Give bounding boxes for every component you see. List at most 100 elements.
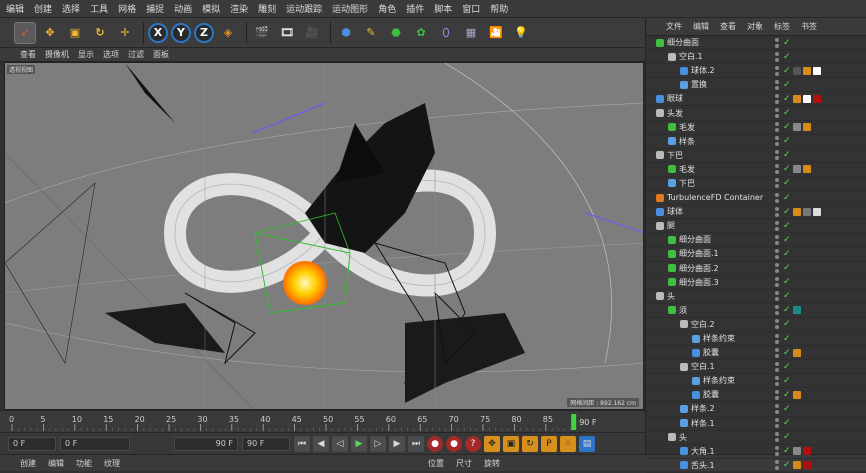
object-row[interactable]: 空白.2 ✓ (646, 318, 866, 332)
menu-item-7[interactable]: 模拟 (202, 2, 220, 15)
menu-item-8[interactable]: 渲染 (230, 2, 248, 15)
play-icon[interactable]: ▶ (351, 435, 367, 452)
viewport[interactable]: 透视视图 网格间距 : 892.162 cm (4, 62, 644, 410)
object-row[interactable]: 胶囊 ✓ (646, 346, 866, 361)
object-flags[interactable]: ✓ (774, 459, 811, 471)
end-frame-field[interactable]: 90 F (242, 436, 290, 451)
enabled-check-icon[interactable]: ✓ (783, 418, 791, 428)
enabled-check-icon[interactable]: ✓ (783, 52, 791, 62)
render-view-icon[interactable]: 🎬 (251, 22, 273, 44)
enabled-check-icon[interactable]: ✓ (783, 263, 791, 273)
tag-icon[interactable] (792, 207, 801, 216)
object-flags[interactable]: ✓ (774, 361, 791, 373)
menu-item-6[interactable]: 动画 (174, 2, 192, 15)
menu-item-1[interactable]: 创建 (34, 2, 52, 15)
object-flags[interactable]: ✓ (774, 121, 811, 133)
enabled-check-icon[interactable]: ✓ (783, 348, 791, 358)
enabled-check-icon[interactable]: ✓ (783, 277, 791, 287)
move-tool-icon[interactable]: ✥ (39, 22, 61, 44)
tag-icon[interactable] (812, 94, 821, 103)
viewport-menu-item-2[interactable]: 显示 (78, 49, 94, 60)
menu-item-14[interactable]: 脚本 (434, 2, 452, 15)
panel-menu-item-3[interactable]: 对象 (747, 21, 763, 32)
deformer-icon[interactable]: ⬯ (435, 22, 457, 44)
object-flags[interactable]: ✓ (774, 163, 811, 175)
cloner-icon[interactable]: ✿ (410, 22, 432, 44)
record-icon[interactable]: ● (427, 435, 443, 452)
enabled-check-icon[interactable]: ✓ (783, 319, 791, 329)
enabled-check-icon[interactable]: ✓ (783, 136, 791, 146)
go-to-end-icon[interactable]: ⏭ (408, 435, 424, 452)
object-row[interactable]: 样条约束 ✓ (646, 374, 866, 389)
tag-icon[interactable] (802, 94, 811, 103)
tag-icon[interactable] (802, 66, 811, 75)
object-row[interactable]: 毛发 ✓ (646, 121, 866, 135)
enabled-check-icon[interactable]: ✓ (783, 235, 791, 245)
object-flags[interactable]: ✓ (774, 234, 791, 246)
tag-icon[interactable] (802, 123, 811, 132)
attribute-tab-0[interactable]: 位置 (428, 458, 444, 469)
enabled-check-icon[interactable]: ✓ (783, 334, 791, 344)
rotate-tool-icon[interactable]: ↻ (89, 22, 111, 44)
attribute-tab-1[interactable]: 尺寸 (456, 458, 472, 469)
timeline[interactable]: 0 5 10 15 20 25 30 35 40 45 50 55 60 65 70 75 80 85 90 F (0, 410, 645, 432)
object-row[interactable]: 头 ✓ (646, 431, 866, 445)
menu-item-13[interactable]: 插件 (406, 2, 424, 15)
tag-icon[interactable] (792, 94, 801, 103)
attribute-tab-2[interactable]: 旋转 (484, 458, 500, 469)
render-settings-icon[interactable]: 🎥 (301, 22, 323, 44)
enabled-check-icon[interactable]: ✓ (783, 178, 791, 188)
object-flags[interactable]: ✓ (774, 206, 821, 218)
object-flags[interactable]: ✓ (774, 262, 791, 274)
object-row[interactable]: 大角.1 ✓ (646, 445, 866, 459)
x-axis-button[interactable]: X (148, 22, 168, 43)
point-level-icon[interactable]: ⁘ (560, 435, 576, 452)
object-flags[interactable]: ✓ (774, 135, 791, 147)
render-picture-viewer-icon[interactable]: 🎞 (276, 22, 298, 44)
object-row[interactable]: 球体.2 ✓ (646, 64, 866, 79)
object-row[interactable]: 细分曲面.1 ✓ (646, 247, 866, 262)
menu-item-10[interactable]: 运动跟踪 (286, 2, 322, 15)
object-flags[interactable]: ✓ (774, 431, 791, 443)
object-row[interactable]: 须 ✓ (646, 304, 866, 318)
material-menu-item-3[interactable]: 纹理 (104, 458, 120, 469)
enabled-check-icon[interactable]: ✓ (783, 193, 791, 203)
enabled-check-icon[interactable]: ✓ (783, 249, 791, 259)
go-to-start-icon[interactable]: ⏮ (294, 435, 310, 452)
tag-icon[interactable] (792, 123, 801, 132)
parameter-key-icon[interactable]: P (541, 435, 557, 452)
object-flags[interactable]: ✓ (774, 389, 801, 401)
menu-item-2[interactable]: 选择 (62, 2, 80, 15)
enabled-check-icon[interactable]: ✓ (783, 376, 791, 386)
enabled-check-icon[interactable]: ✓ (783, 108, 791, 118)
enabled-check-icon[interactable]: ✓ (783, 362, 791, 372)
object-row[interactable]: 头 ✓ (646, 290, 866, 304)
enabled-check-icon[interactable]: ✓ (783, 305, 791, 315)
viewport-menu-item-0[interactable]: 查看 (20, 49, 36, 60)
rotation-key-icon[interactable]: ↻ (522, 435, 538, 452)
object-row[interactable]: 空白.1 ✓ (646, 360, 866, 375)
enabled-check-icon[interactable]: ✓ (783, 164, 791, 174)
enabled-check-icon[interactable]: ✓ (783, 221, 791, 231)
keyframe-selection-icon[interactable]: ? (465, 435, 481, 452)
cube-icon[interactable]: ⬢ (335, 22, 357, 44)
menu-item-12[interactable]: 角色 (378, 2, 396, 15)
enabled-check-icon[interactable]: ✓ (783, 122, 791, 132)
next-key-icon[interactable]: ▶ (389, 435, 405, 452)
enabled-check-icon[interactable]: ✓ (783, 38, 791, 48)
next-frame-icon[interactable]: ▷ (370, 435, 386, 452)
panel-menu-item-4[interactable]: 标签 (774, 21, 790, 32)
camera-icon[interactable]: 🎦 (485, 22, 507, 44)
object-flags[interactable]: ✓ (774, 318, 791, 330)
enabled-check-icon[interactable]: ✓ (783, 207, 791, 217)
enabled-check-icon[interactable]: ✓ (783, 291, 791, 301)
autokey-icon[interactable]: ● (446, 435, 462, 452)
tag-icon[interactable] (792, 306, 801, 315)
coordinate-system-icon[interactable]: ◈ (217, 22, 239, 44)
spline-pen-icon[interactable]: ✎ (360, 22, 382, 44)
panel-menu-item-2[interactable]: 查看 (720, 21, 736, 32)
tag-icon[interactable] (792, 348, 801, 357)
object-flags[interactable]: ✓ (774, 403, 791, 415)
enabled-check-icon[interactable]: ✓ (783, 446, 791, 456)
enabled-check-icon[interactable]: ✓ (783, 150, 791, 160)
